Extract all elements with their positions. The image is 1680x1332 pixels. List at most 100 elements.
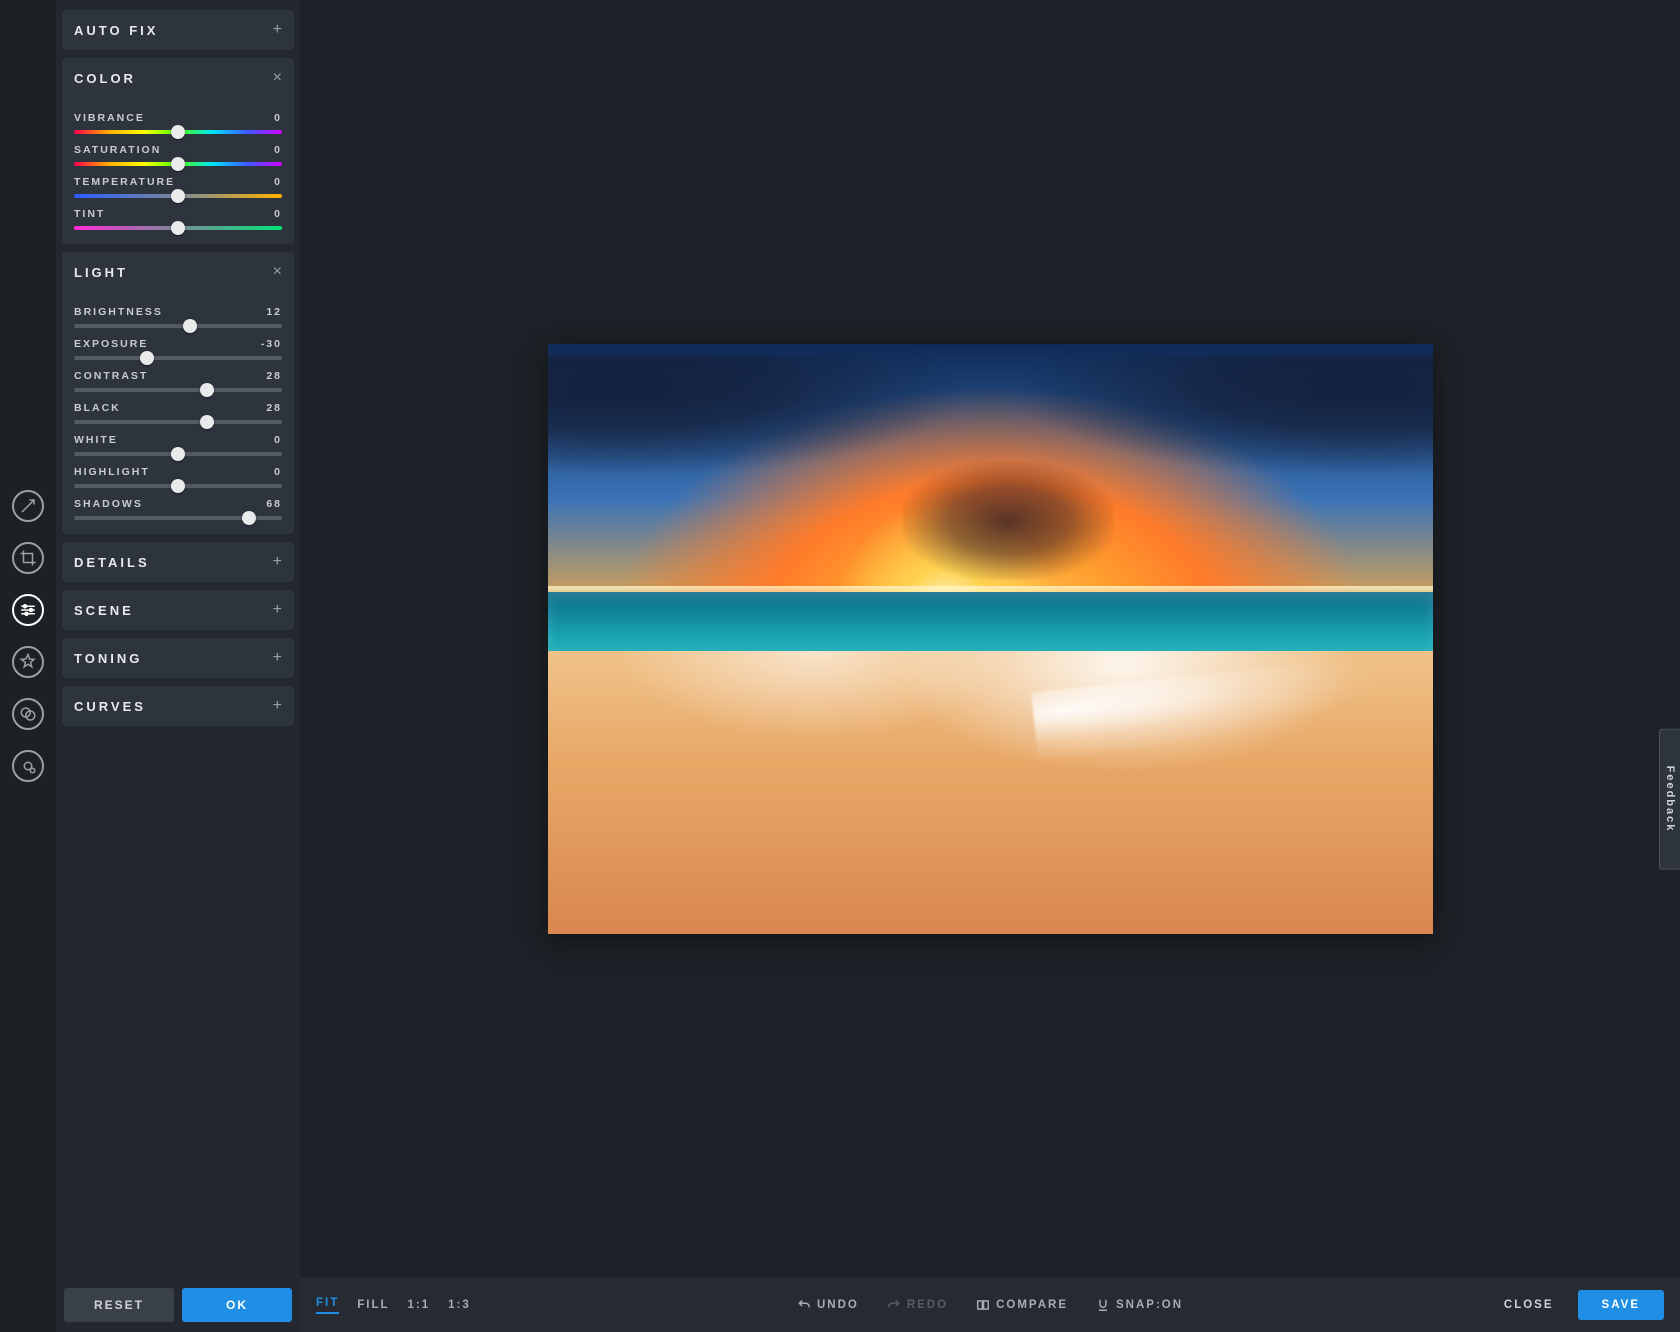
bottom-bar: FitFill1:11:3 Undo Redo Compare Snap:On …: [300, 1278, 1680, 1332]
plus-icon[interactable]: +: [273, 602, 282, 618]
slider-thumb[interactable]: [171, 157, 185, 171]
section-header[interactable]: Curves +: [62, 686, 294, 726]
slider-white: White0: [74, 434, 282, 456]
slider-label: Brightness: [74, 306, 163, 318]
section-details: Details+: [62, 542, 294, 582]
slider-track[interactable]: [74, 324, 282, 328]
section-header[interactable]: Color ×: [62, 58, 294, 98]
slider-value: -30: [261, 338, 282, 350]
slider-track[interactable]: [74, 356, 282, 360]
redo-button: Redo: [887, 1298, 948, 1312]
reset-button[interactable]: Reset: [64, 1288, 174, 1322]
slider-label: Highlight: [74, 466, 150, 478]
slider-track[interactable]: [74, 484, 282, 488]
slider-thumb[interactable]: [242, 511, 256, 525]
overlays-icon[interactable]: [12, 698, 44, 730]
close-icon[interactable]: ×: [273, 70, 282, 86]
slider-track[interactable]: [74, 194, 282, 198]
slider-saturation: Saturation 0: [74, 144, 282, 166]
section-header[interactable]: Scene+: [62, 590, 294, 630]
section-title: Toning: [74, 651, 142, 666]
slider-thumb[interactable]: [171, 447, 185, 461]
section-auto-fix: Auto Fix+: [62, 10, 294, 50]
slider-thumb[interactable]: [171, 125, 185, 139]
slider-thumb[interactable]: [171, 189, 185, 203]
canvas[interactable]: [300, 0, 1680, 1278]
section-title: Curves: [74, 699, 146, 714]
slider-label: Vibrance: [74, 112, 145, 124]
slider-thumb[interactable]: [140, 351, 154, 365]
slider-track[interactable]: [74, 452, 282, 456]
retouch-icon[interactable]: [12, 750, 44, 782]
section-header[interactable]: Light×: [62, 252, 294, 292]
slider-label: Shadows: [74, 498, 143, 510]
slider-value: 0: [274, 434, 282, 446]
slider-value: 0: [274, 144, 282, 156]
slider-black: Black28: [74, 402, 282, 424]
zoom-group: Fit Fill 1:1 1:3: [316, 1297, 471, 1314]
section-header[interactable]: Toning +: [62, 638, 294, 678]
slider-label: Temperature: [74, 176, 175, 188]
adjust-icon[interactable]: [12, 594, 44, 626]
slider-contrast: Contrast28: [74, 370, 282, 392]
slider-thumb[interactable]: [200, 383, 214, 397]
slider-thumb[interactable]: [200, 415, 214, 429]
compare-button[interactable]: Compare: [976, 1298, 1068, 1312]
slider-vibrance: Vibrance 0: [74, 112, 282, 134]
zoom-fit[interactable]: Fit: [316, 1297, 339, 1314]
slider-track[interactable]: [74, 162, 282, 166]
section-body: Vibrance 0 Saturation 0 Temperature 0 Tint 0: [62, 98, 294, 244]
zoom-fill[interactable]: Fill: [357, 1299, 389, 1311]
plus-icon[interactable]: +: [273, 22, 282, 38]
slider-thumb[interactable]: [183, 319, 197, 333]
section-scene: Scene+: [62, 590, 294, 630]
slider-thumb[interactable]: [171, 221, 185, 235]
adjust-panel: Auto Fix+Color×Vibrance0Saturation0Tempe…: [56, 0, 300, 1332]
auto-fix-icon[interactable]: [12, 490, 44, 522]
effects-icon[interactable]: [12, 646, 44, 678]
section-light: Light× Brightness 12 Exposure-30 Contrast28 B…: [62, 252, 294, 534]
plus-icon[interactable]: +: [273, 554, 282, 570]
slider-value: 12: [266, 306, 282, 318]
section-color: Color×Vibrance0Saturation0Temperature0Ti…: [62, 58, 294, 244]
zoom-1-1[interactable]: 1:1: [408, 1299, 431, 1311]
slider-shadows: Shadows68: [74, 498, 282, 520]
tool-rail: [0, 0, 56, 1332]
slider-temperature: Temperature 0: [74, 176, 282, 198]
close-icon[interactable]: ×: [273, 264, 282, 280]
slider-value: 28: [266, 402, 282, 414]
slider-thumb[interactable]: [171, 479, 185, 493]
save-button[interactable]: Save: [1578, 1290, 1664, 1320]
slider-track[interactable]: [74, 130, 282, 134]
slider-track[interactable]: [74, 516, 282, 520]
snap-label: Snap:On: [1116, 1299, 1183, 1311]
crop-icon[interactable]: [12, 542, 44, 574]
section-header[interactable]: Details+: [62, 542, 294, 582]
slider-label: Saturation: [74, 144, 161, 156]
slider-value: 0: [274, 176, 282, 188]
panel-footer: Reset OK: [56, 1278, 300, 1332]
slider-track[interactable]: [74, 226, 282, 230]
slider-brightness: Brightness 12: [74, 306, 282, 328]
compare-label: Compare: [996, 1299, 1068, 1311]
slider-value: 0: [274, 208, 282, 220]
slider-track[interactable]: [74, 388, 282, 392]
plus-icon[interactable]: +: [273, 698, 282, 714]
plus-icon[interactable]: +: [273, 650, 282, 666]
section-header[interactable]: Auto Fix+: [62, 10, 294, 50]
section-title: Color: [74, 71, 136, 86]
slider-value: 0: [274, 112, 282, 124]
redo-label: Redo: [907, 1299, 948, 1311]
slider-track[interactable]: [74, 420, 282, 424]
undo-button[interactable]: Undo: [797, 1298, 859, 1312]
action-group: Close Save: [1494, 1290, 1664, 1320]
slider-label: Tint: [74, 208, 105, 220]
zoom-1-3[interactable]: 1:3: [448, 1299, 471, 1311]
feedback-tab[interactable]: Feedback: [1659, 729, 1680, 870]
ok-button[interactable]: OK: [182, 1288, 292, 1322]
center-tools: Undo Redo Compare Snap:On: [797, 1298, 1183, 1312]
snap-button[interactable]: Snap:On: [1096, 1298, 1183, 1312]
slider-tint: Tint 0: [74, 208, 282, 230]
close-button[interactable]: Close: [1494, 1290, 1564, 1320]
slider-exposure: Exposure-30: [74, 338, 282, 360]
